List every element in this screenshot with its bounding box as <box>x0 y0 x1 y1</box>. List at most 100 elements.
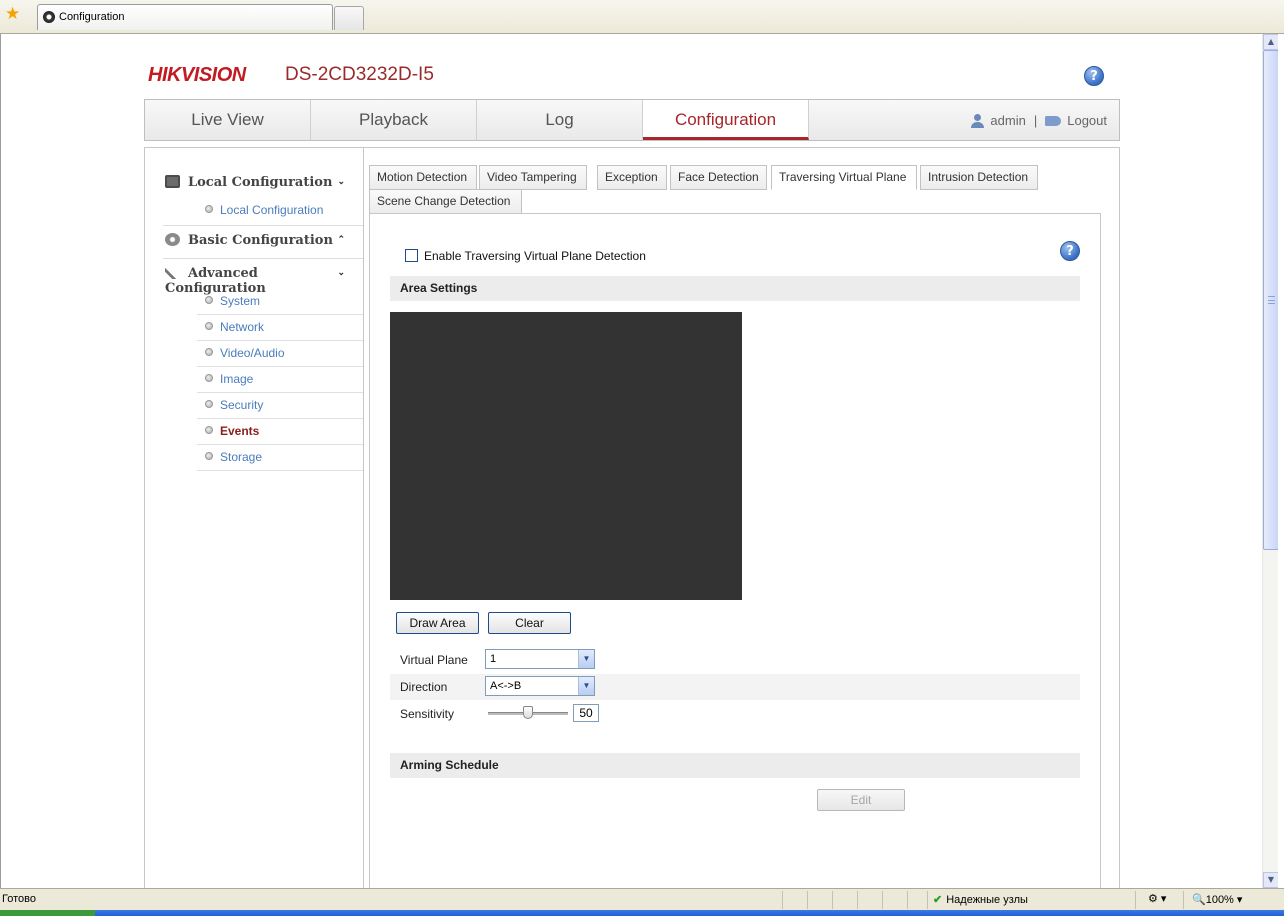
help-icon[interactable]: ? <box>1060 241 1080 261</box>
sidebar-item-local-configuration[interactable]: Local Configuration <box>197 198 363 224</box>
camera-favicon-icon <box>43 11 55 23</box>
live-video-area[interactable] <box>390 312 742 600</box>
browser-tab[interactable]: Configuration <box>37 4 333 30</box>
sidebar-item-label: Events <box>220 424 260 438</box>
grip-icon <box>1268 296 1275 304</box>
status-divider <box>882 891 883 909</box>
sidebar-item-storage[interactable]: Storage <box>197 445 363 471</box>
tab-motion-detection[interactable]: Motion Detection <box>369 165 477 190</box>
section-title: Local Configuration <box>188 175 333 190</box>
sidebar-item-label: Storage <box>220 450 263 464</box>
user-icon <box>970 113 985 128</box>
sidebar-item-label: Image <box>220 372 254 386</box>
tab-log[interactable]: Log <box>477 100 643 140</box>
sensitivity-value[interactable]: 50 <box>573 704 599 722</box>
sidebar-item-system[interactable]: System <box>197 289 363 315</box>
bullet-icon <box>205 296 213 304</box>
sidebar-item-network[interactable]: Network <box>197 315 363 341</box>
status-bar: Готово ✔ Надежные узлы ⚙ ▾ 🔍100% ▾ <box>0 888 1284 910</box>
protected-mode-icon[interactable]: ⚙ ▾ <box>1148 892 1166 905</box>
section-title: Basic Configuration <box>188 233 333 248</box>
tab-traversing-virtual-plane[interactable]: Traversing Virtual Plane <box>771 165 917 190</box>
divider <box>163 225 363 226</box>
direction-row: Direction A<->B ▼ <box>390 674 1080 700</box>
chevron-up-icon: ⌃ <box>337 235 345 245</box>
clear-button[interactable]: Clear <box>488 612 571 634</box>
hikvision-logo: HIKVISION <box>148 64 246 86</box>
new-tab-button[interactable] <box>334 6 364 30</box>
sidebar-item-image[interactable]: Image <box>197 367 363 393</box>
start-button[interactable] <box>0 910 95 916</box>
tab-live-view[interactable]: Live View <box>145 100 311 140</box>
sidebar-item-video-audio[interactable]: Video/Audio <box>197 341 363 367</box>
wrench-icon <box>165 266 180 279</box>
sidebar-item-label: Network <box>220 320 265 334</box>
vertical-scrollbar[interactable]: ▲ ▼ <box>1262 34 1279 888</box>
dropdown-arrow-icon: ▼ <box>578 650 594 668</box>
status-divider <box>1183 891 1184 909</box>
logout-link[interactable]: Logout <box>1067 113 1107 128</box>
bullet-icon <box>205 374 213 382</box>
browser-tab-bar: ★ Configuration <box>0 0 1284 34</box>
tab-playback[interactable]: Playback <box>311 100 477 140</box>
select-value: 1 <box>490 653 497 665</box>
virtual-plane-select[interactable]: 1 ▼ <box>485 649 595 669</box>
tab-exception[interactable]: Exception <box>597 165 667 190</box>
chevron-down-icon: ⌄ <box>337 268 345 278</box>
tab-face-detection[interactable]: Face Detection <box>670 165 767 190</box>
edit-schedule-button[interactable]: Edit <box>817 789 905 811</box>
device-model: DS-2CD3232D-I5 <box>285 64 434 85</box>
bullet-icon <box>205 322 213 330</box>
sidebar-item-label: Security <box>220 398 264 412</box>
sensitivity-label: Sensitivity <box>400 707 455 721</box>
window-edge <box>1278 34 1284 888</box>
sidebar-item-events[interactable]: Events <box>197 419 363 445</box>
content-frame: Local Configuration ⌄ Local Configuratio… <box>144 147 1120 888</box>
taskbar <box>0 910 1284 916</box>
tab-video-tampering[interactable]: Video Tampering <box>479 165 587 190</box>
zoom-control[interactable]: 🔍100% ▾ <box>1192 893 1242 906</box>
enable-detection-checkbox[interactable] <box>405 249 418 262</box>
security-zone: ✔ Надежные узлы <box>933 893 1028 906</box>
scroll-up-icon[interactable]: ▲ <box>1263 34 1279 50</box>
tab-scene-change-detection[interactable]: Scene Change Detection <box>369 189 522 214</box>
direction-select[interactable]: A<->B ▼ <box>485 676 595 696</box>
separator: | <box>1033 113 1038 129</box>
page-viewport: HIKVISION DS-2CD3232D-I5 ? Live View Pla… <box>0 34 1262 888</box>
tab-intrusion-detection[interactable]: Intrusion Detection <box>920 165 1038 190</box>
logout-icon[interactable] <box>1045 115 1062 126</box>
bullet-icon <box>205 426 213 434</box>
sensitivity-row: Sensitivity 50 <box>390 701 1080 727</box>
username: admin <box>990 113 1026 129</box>
status-divider <box>782 891 783 909</box>
zoom-icon: 🔍 <box>1192 894 1206 906</box>
checkmark-icon: ✔ <box>933 894 943 906</box>
select-value: A<->B <box>490 680 522 692</box>
favorites-star-icon[interactable]: ★ <box>5 6 20 23</box>
status-divider <box>832 891 833 909</box>
status-divider <box>857 891 858 909</box>
sidebar-item-label: System <box>220 294 261 308</box>
bullet-icon <box>205 348 213 356</box>
status-divider <box>927 891 928 909</box>
sidebar-item-label: Video/Audio <box>220 346 285 360</box>
arming-schedule-header: Arming Schedule <box>390 753 1080 778</box>
sidebar: Local Configuration ⌄ Local Configuratio… <box>145 148 364 888</box>
draw-area-button[interactable]: Draw Area <box>396 612 479 634</box>
sidebar-item-label: Local Configuration <box>220 203 324 217</box>
help-icon[interactable]: ? <box>1084 66 1104 86</box>
bullet-icon <box>205 452 213 460</box>
sensitivity-slider-handle[interactable] <box>523 706 533 719</box>
sidebar-section-basic[interactable]: Basic Configuration ⌃ <box>165 233 355 248</box>
status-divider <box>1135 891 1136 909</box>
virtual-plane-row: Virtual Plane 1 ▼ <box>390 647 1080 673</box>
tab-configuration[interactable]: Configuration <box>643 100 809 140</box>
scroll-down-icon[interactable]: ▼ <box>1263 872 1279 888</box>
zone-label: Надежные узлы <box>946 894 1028 906</box>
sidebar-item-security[interactable]: Security <box>197 393 363 419</box>
status-divider <box>907 891 908 909</box>
scroll-thumb[interactable] <box>1263 50 1279 550</box>
direction-label: Direction <box>400 680 448 694</box>
enable-detection-label: Enable Traversing Virtual Plane Detectio… <box>424 249 646 263</box>
sidebar-section-local[interactable]: Local Configuration ⌄ <box>165 175 355 190</box>
